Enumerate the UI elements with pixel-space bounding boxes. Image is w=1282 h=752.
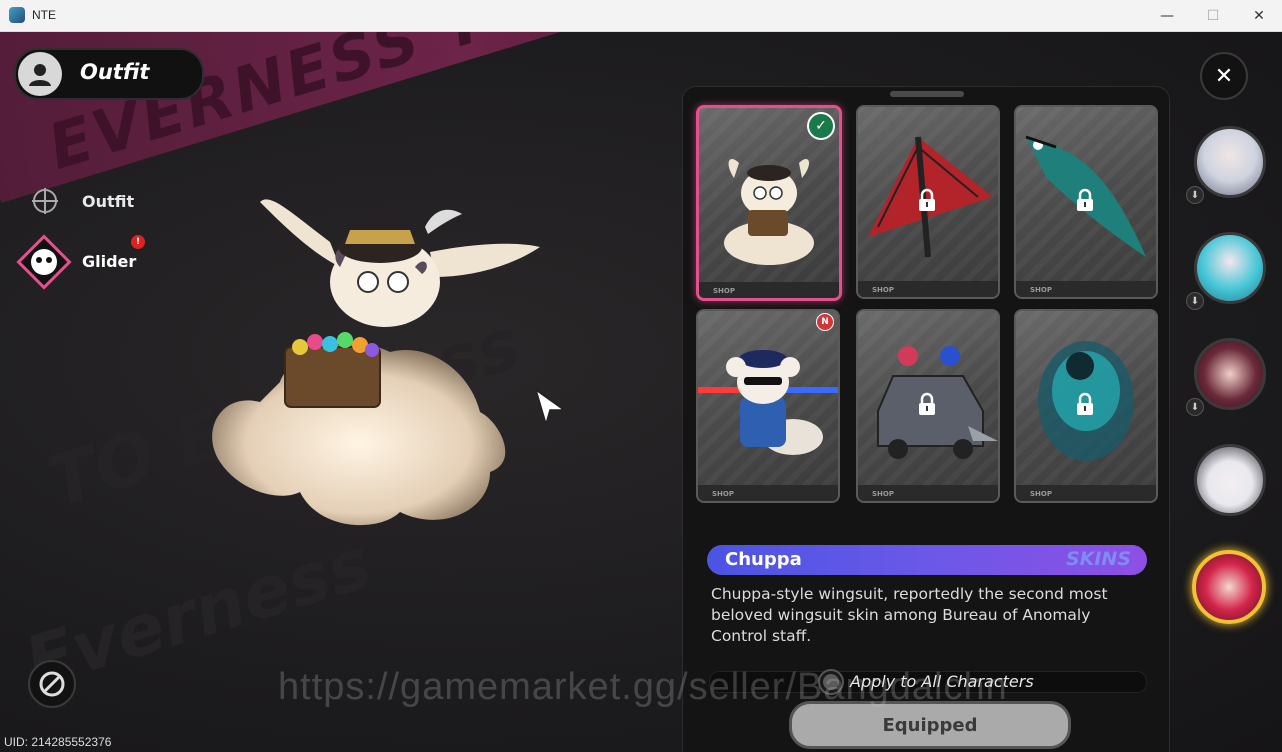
skin-card-police-car[interactable]: SHOP — [856, 309, 1000, 503]
lock-icon — [914, 391, 940, 417]
shop-label: SHOP — [872, 286, 894, 294]
character-portrait-3[interactable] — [1194, 338, 1266, 410]
window-titlebar: NTE — ☐ ✕ — [0, 0, 1282, 32]
crosshair-icon — [30, 186, 60, 216]
download-icon[interactable]: ⬇ — [1186, 186, 1204, 204]
outfit-user-icon — [18, 52, 62, 96]
shop-label: SHOP — [1030, 286, 1052, 294]
alert-badge: ! — [131, 235, 145, 249]
glider-preview — [212, 199, 540, 526]
window-title: NTE — [32, 8, 56, 22]
equipped-check-icon: ✓ — [807, 112, 835, 140]
treasure-box — [284, 346, 381, 408]
download-icon[interactable]: ⬇ — [1186, 398, 1204, 416]
app-icon — [9, 7, 25, 23]
download-icon[interactable]: ⬇ — [1186, 292, 1204, 310]
skins-tag: SKINS — [1065, 548, 1131, 570]
shop-label: SHOP — [872, 490, 894, 498]
skin-card-red-kite[interactable]: SHOP — [856, 105, 1000, 299]
uid-label: UID: 214285552376 — [4, 735, 112, 749]
character-portrait-2[interactable] — [1194, 232, 1266, 304]
lock-icon — [914, 187, 940, 213]
skin-name: Chuppa — [725, 549, 802, 570]
skin-description: Chuppa-style wingsuit, reportedly the se… — [711, 585, 1108, 645]
outfit-header: Outfit — [14, 48, 204, 100]
outfit-title: Outfit — [80, 60, 150, 84]
skin-card-spirit[interactable]: SHOP — [1014, 309, 1158, 503]
new-badge: N — [816, 313, 834, 331]
skin-name-bar: Chuppa SKINS — [707, 545, 1147, 575]
feather — [425, 209, 462, 234]
mouse-cursor-icon — [534, 388, 567, 427]
character-portrait-1[interactable] — [1194, 126, 1266, 198]
lock-icon — [1072, 391, 1098, 417]
character-portrait-5[interactable] — [1192, 550, 1266, 624]
watermark: https://gamemarket.gg/seller/Bangdalchn — [278, 666, 1008, 708]
sidebar-item-outfit[interactable]: Outfit — [82, 192, 134, 211]
character-portrait-4[interactable] — [1194, 444, 1266, 516]
minimize-button[interactable]: — — [1144, 0, 1190, 31]
ear-left — [260, 199, 340, 267]
shop-label: SHOP — [712, 490, 734, 498]
maximize-button[interactable]: ☐ — [1190, 0, 1236, 31]
panel-drag-handle[interactable] — [890, 91, 964, 97]
skin-card-police-chuppa[interactable]: N SHOP — [696, 309, 840, 503]
prohibit-icon — [39, 671, 65, 697]
glider-icon[interactable] — [14, 232, 74, 292]
hide-ui-button[interactable] — [28, 660, 76, 708]
game-viewport: EVERNESS TO EVERNESS TO Everness Evernes… — [0, 32, 1282, 752]
skin-panel: ✓ SHOP SHOP SHOP N SHOP SHOP SHOP Chuppa… — [682, 86, 1170, 752]
lock-icon — [1072, 187, 1098, 213]
shop-label: SHOP — [713, 287, 735, 295]
ear-right — [430, 243, 540, 277]
sidebar-item-glider[interactable]: Glider — [82, 252, 136, 271]
skin-card-chuppa[interactable]: ✓ SHOP — [696, 105, 842, 301]
window-close-button[interactable]: ✕ — [1236, 0, 1282, 31]
skin-card-koi-fish[interactable]: SHOP — [1014, 105, 1158, 299]
shop-label: SHOP — [1030, 490, 1052, 498]
close-button[interactable]: ✕ — [1200, 52, 1248, 100]
